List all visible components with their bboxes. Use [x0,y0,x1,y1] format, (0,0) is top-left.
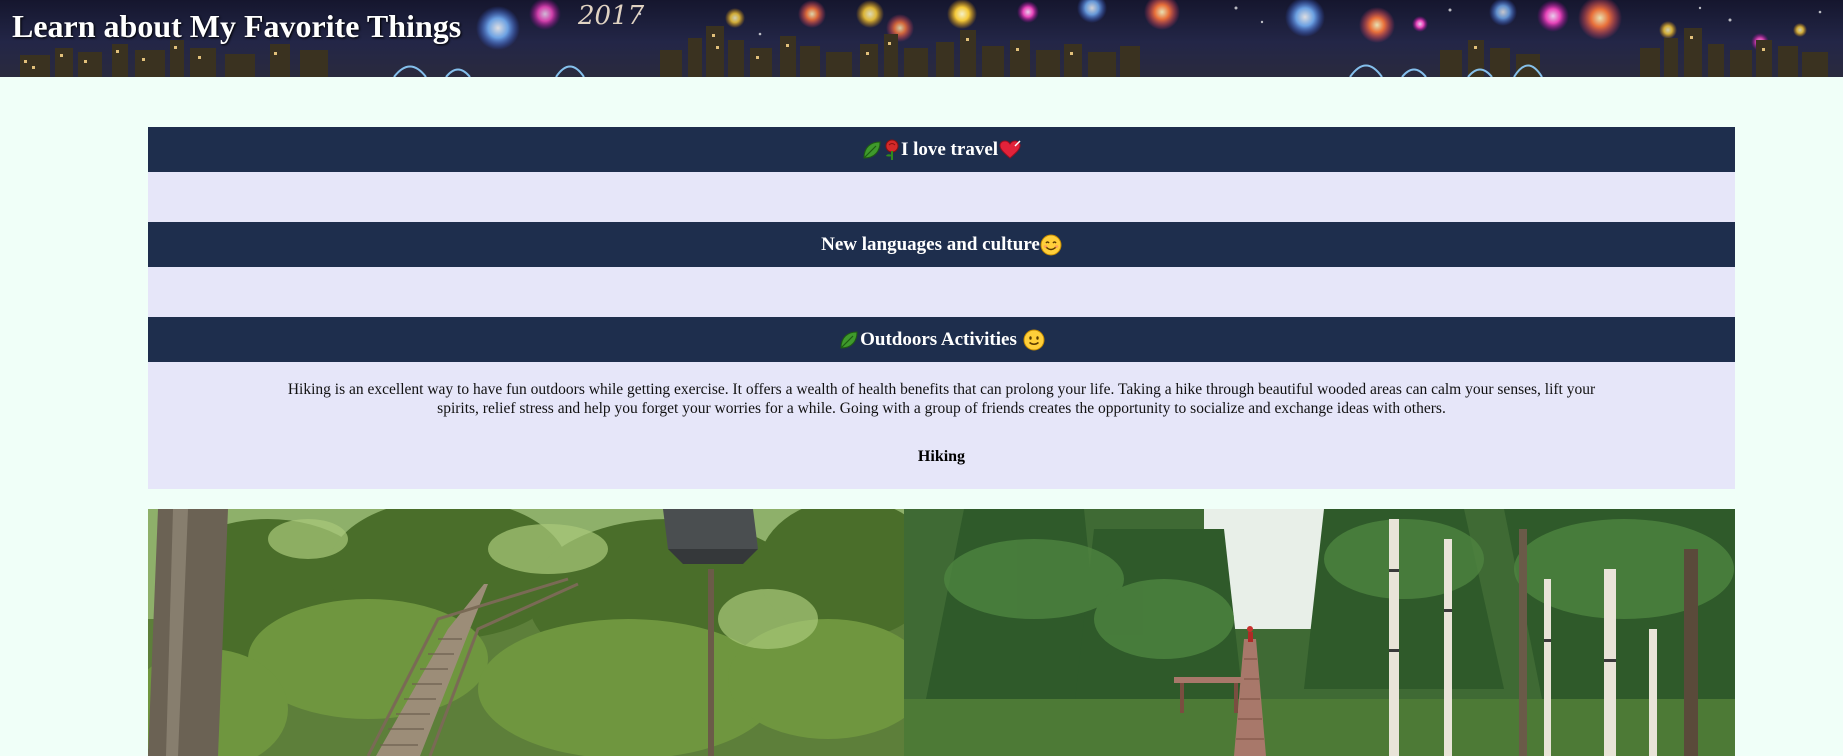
section-title: I love travel [900,138,999,160]
heart-icon [999,139,1021,160]
section-title: Outdoors Activities [860,328,1017,350]
outdoors-paragraph: Hiking is an excellent way to have fun o… [287,381,1596,417]
section-title: New languages and culture [821,233,1040,255]
hiking-heading: Hiking [917,448,966,465]
section-body-travel [148,172,1735,222]
section-body-languages [148,267,1735,317]
section-header-languages: New languages and culture [148,222,1735,267]
header-banner: 2017 Learn about My Favorite Things [0,0,1843,77]
slight-smile-icon [1023,329,1045,351]
leaf-icon [838,329,860,351]
section-header-travel: I love travel [148,127,1735,172]
hiking-photos [148,509,1735,756]
fireworks [476,0,1807,51]
banner-year-text: 2017 [577,1,645,31]
smiling-face-icon [1040,234,1062,256]
rose-icon [883,139,901,161]
main-content: I love travel New languages and culture [148,127,1735,489]
site-title: Learn about My Favorite Things [12,8,462,44]
photo-forest-boardwalk [904,509,1735,756]
section-body-outdoors: Hiking is an excellent way to have fun o… [148,362,1735,489]
leaf-icon [861,139,883,161]
section-header-outdoors: Outdoors Activities [148,317,1735,362]
photo-forest-stairway [148,509,904,756]
